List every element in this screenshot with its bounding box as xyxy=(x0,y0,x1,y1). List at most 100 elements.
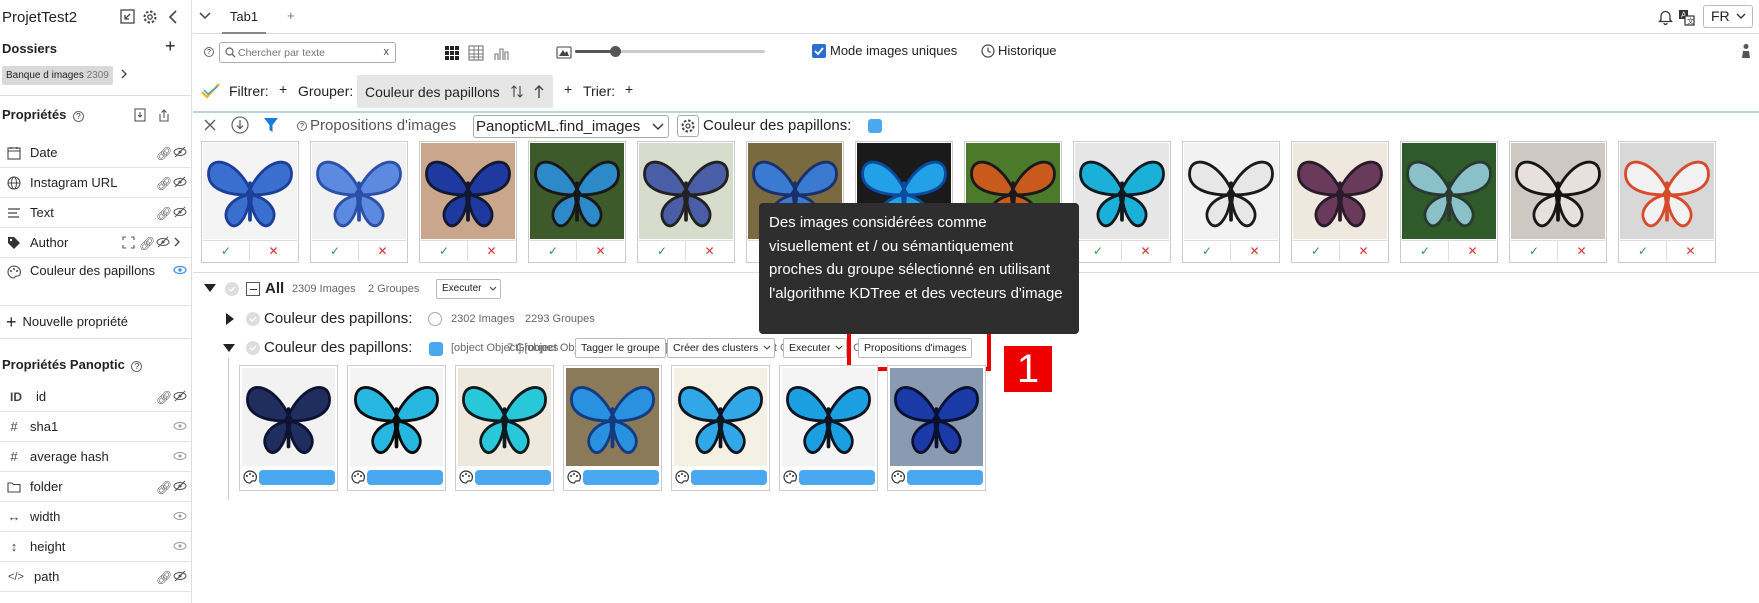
chevron-down-icon[interactable] xyxy=(198,11,212,21)
eye-off-icon[interactable] xyxy=(173,206,187,219)
proposal-image-card[interactable]: ✓✕ xyxy=(1291,141,1389,263)
palette-icon[interactable] xyxy=(351,470,365,484)
reject-button[interactable]: ✕ xyxy=(1340,240,1387,261)
caret-right-icon[interactable] xyxy=(226,313,234,325)
reject-button[interactable]: ✕ xyxy=(686,240,733,261)
table-view-icon[interactable] xyxy=(468,45,484,61)
image-ratio-icon[interactable] xyxy=(556,46,572,59)
panoptic-row-width[interactable]: ↔ width xyxy=(0,502,192,532)
link-icon[interactable]: 🔗︎ xyxy=(156,206,173,221)
language-select[interactable]: FR xyxy=(1703,5,1753,28)
accept-button[interactable]: ✓ xyxy=(1620,240,1667,261)
expand-icon[interactable] xyxy=(122,236,135,249)
group-image-card[interactable] xyxy=(671,365,770,491)
butterfly-image[interactable] xyxy=(782,368,875,466)
group-image-card[interactable] xyxy=(887,365,986,491)
reject-button[interactable]: ✕ xyxy=(1122,240,1169,261)
eye-off-icon[interactable] xyxy=(173,480,187,493)
accept-button[interactable]: ✓ xyxy=(421,240,468,261)
function-settings-button[interactable] xyxy=(677,115,699,137)
proposal-image-card[interactable]: ✓✕ xyxy=(1618,141,1716,263)
butterfly-image[interactable] xyxy=(530,143,624,239)
search-input[interactable] xyxy=(238,45,378,60)
butterfly-image[interactable] xyxy=(639,143,733,239)
download-circle-icon[interactable] xyxy=(231,116,249,134)
group-chip[interactable]: Couleur des papillons xyxy=(357,75,553,108)
proposal-image-card[interactable]: ✓✕ xyxy=(1509,141,1607,263)
history-clock-icon[interactable] xyxy=(981,44,995,58)
chevron-right-icon[interactable] xyxy=(120,68,128,80)
color-value-bar[interactable] xyxy=(475,470,551,485)
eye-icon[interactable] xyxy=(173,264,187,277)
proposal-image-card[interactable]: ✓✕ xyxy=(1400,141,1498,263)
panoptic-row-id[interactable]: ID id 🔗︎ xyxy=(0,382,192,412)
butterfly-image[interactable] xyxy=(566,368,659,466)
proposal-image-card[interactable]: ✓✕ xyxy=(1182,141,1280,263)
accept-button[interactable]: ✓ xyxy=(1075,240,1122,261)
add-folder-button[interactable]: + xyxy=(165,36,176,57)
export-icon[interactable] xyxy=(157,108,171,123)
property-row-instagram-url[interactable]: Instagram URL 🔗︎ xyxy=(0,168,192,198)
panoptic-row-height[interactable]: ↕ height xyxy=(0,532,192,562)
panoptic-row-path[interactable]: </> path 🔗︎ xyxy=(0,562,192,592)
butterfly-image[interactable] xyxy=(1511,143,1605,239)
new-property-button[interactable]: + Nouvelle propriété xyxy=(6,313,128,331)
butterfly-image[interactable] xyxy=(1075,143,1169,239)
property-row-text[interactable]: Text 🔗︎ xyxy=(0,198,192,228)
palette-icon[interactable] xyxy=(783,470,797,484)
butterfly-image[interactable] xyxy=(1293,143,1387,239)
tag-group-button[interactable]: Tagger le groupe xyxy=(575,338,666,358)
butterfly-image[interactable] xyxy=(674,368,767,466)
folder-chip[interactable]: Banque d images 2309 xyxy=(2,66,113,85)
proposal-image-card[interactable]: ✓✕ xyxy=(637,141,735,263)
panoptic-row-folder[interactable]: folder 🔗︎ xyxy=(0,472,192,502)
help-icon[interactable]: ? xyxy=(204,47,214,57)
reject-button[interactable]: ✕ xyxy=(468,240,515,261)
caret-down-icon[interactable] xyxy=(204,284,216,293)
group-image-card[interactable] xyxy=(455,365,554,491)
grid-view-icon[interactable] xyxy=(445,46,459,60)
accept-button[interactable]: ✓ xyxy=(1511,240,1558,261)
accept-button[interactable]: ✓ xyxy=(530,240,577,261)
butterfly-image[interactable] xyxy=(312,143,406,239)
accept-button[interactable]: ✓ xyxy=(1184,240,1231,261)
group-image-card[interactable] xyxy=(239,365,338,491)
panoptic-row-average-hash[interactable]: # average hash xyxy=(0,442,192,472)
eye-icon[interactable] xyxy=(173,510,187,523)
property-row-author[interactable]: Author 🔗︎ xyxy=(0,228,192,258)
select-all-circle[interactable] xyxy=(225,282,239,296)
close-icon[interactable] xyxy=(203,118,217,132)
color-swatch[interactable] xyxy=(868,119,882,133)
link-icon[interactable]: 🔗︎ xyxy=(156,146,173,161)
accept-button[interactable]: ✓ xyxy=(312,240,359,261)
reject-button[interactable]: ✕ xyxy=(359,240,406,261)
reject-button[interactable]: ✕ xyxy=(1558,240,1605,261)
bell-icon[interactable] xyxy=(1658,9,1673,25)
reject-button[interactable]: ✕ xyxy=(250,240,297,261)
eye-off-icon[interactable] xyxy=(173,146,187,159)
group1-empty-value[interactable] xyxy=(428,312,442,326)
execute-button[interactable]: Executer xyxy=(783,338,847,358)
group2-color-swatch[interactable] xyxy=(429,342,443,356)
eye-icon[interactable] xyxy=(173,540,187,553)
butterfly-image[interactable] xyxy=(421,143,515,239)
select-group-circle[interactable] xyxy=(246,341,260,355)
proposal-image-card[interactable]: ✓✕ xyxy=(1073,141,1171,263)
link-icon[interactable]: 🔗︎ xyxy=(156,390,173,405)
link-icon[interactable]: 🔗︎ xyxy=(139,236,156,251)
add-sort-button[interactable]: + xyxy=(625,81,633,97)
person-icon[interactable] xyxy=(1740,43,1752,59)
color-value-bar[interactable] xyxy=(907,470,983,485)
create-clusters-button[interactable]: Créer des clusters xyxy=(667,338,775,358)
unique-mode-checkbox[interactable] xyxy=(812,44,826,58)
property-row-couleur[interactable]: Couleur des papillons xyxy=(0,258,192,306)
butterfly-image[interactable] xyxy=(350,368,443,466)
palette-icon[interactable] xyxy=(567,470,581,484)
link-icon[interactable]: 🔗︎ xyxy=(156,176,173,191)
reject-button[interactable]: ✕ xyxy=(1231,240,1278,261)
import-icon[interactable] xyxy=(133,108,147,122)
settings-gear-icon[interactable] xyxy=(142,9,158,25)
eye-icon[interactable] xyxy=(173,450,187,463)
add-filter-button[interactable]: + xyxy=(279,81,287,97)
add-group-button[interactable]: + xyxy=(564,81,572,97)
